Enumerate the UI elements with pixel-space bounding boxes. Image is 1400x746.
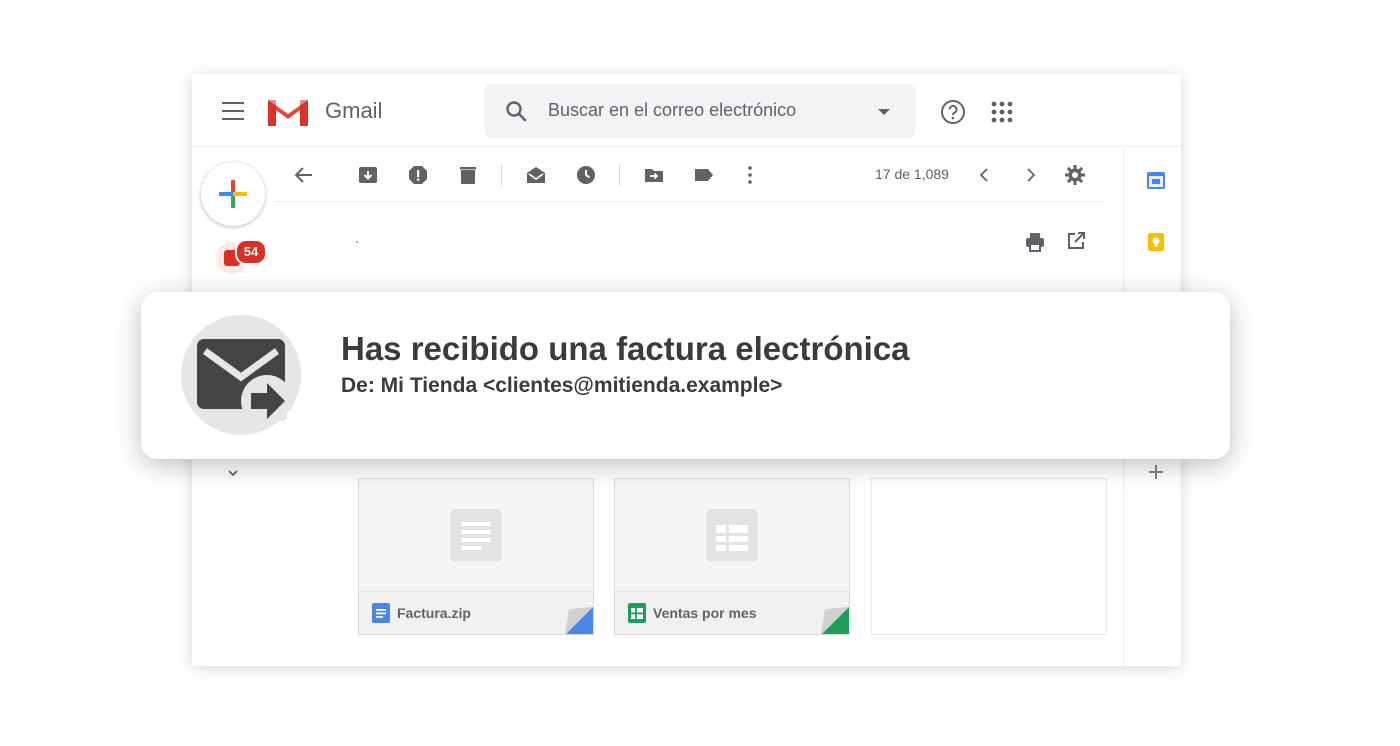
attachment-card[interactable]: Ventas por mes [614, 478, 850, 635]
attachment-preview [615, 479, 849, 591]
attachment-name: Factura.zip [397, 605, 471, 621]
snooze-icon[interactable] [575, 164, 597, 186]
attachment-corner [821, 607, 849, 634]
add-icon[interactable] [1147, 463, 1165, 481]
chevron-down-icon[interactable] [227, 467, 239, 479]
attachment-preview [359, 479, 593, 591]
mark-unread-icon[interactable] [525, 164, 547, 186]
forward-mail-avatar [181, 315, 301, 435]
report-spam-icon[interactable] [407, 164, 429, 186]
prev-icon[interactable] [974, 164, 996, 186]
settings-icon[interactable] [1064, 164, 1086, 186]
calendar-icon[interactable] [1146, 170, 1166, 190]
spreadsheet-icon [706, 509, 758, 561]
apps-icon[interactable] [991, 101, 1013, 123]
document-icon [450, 509, 502, 561]
app-title: Gmail [325, 98, 383, 123]
search-options-icon[interactable] [878, 109, 890, 115]
delete-icon[interactable] [457, 164, 479, 186]
notification-card[interactable]: Has recibido una factura electrónica De:… [141, 292, 1230, 459]
attachment-footer: Factura.zip [359, 591, 593, 634]
compose-icon [219, 180, 247, 208]
back-arrow-icon[interactable] [293, 164, 315, 186]
more-icon[interactable] [739, 164, 761, 186]
toolbar-separator [619, 164, 620, 186]
header-divider [192, 146, 1181, 147]
help-icon[interactable] [940, 99, 966, 125]
subject-placeholder [356, 241, 358, 243]
archive-icon[interactable] [357, 164, 379, 186]
move-to-icon[interactable] [643, 164, 665, 186]
toolbar-divider [275, 201, 1106, 202]
inbox-unread-badge: 54 [235, 239, 267, 265]
attachment-name: Ventas por mes [653, 605, 757, 621]
search-icon[interactable] [504, 99, 528, 123]
attachment-card-blank [871, 478, 1107, 635]
search-bar[interactable]: Buscar en el correo electrónico [484, 84, 916, 138]
notification-title: Has recibido una factura electrónica [341, 330, 910, 367]
next-icon[interactable] [1019, 164, 1041, 186]
keep-icon[interactable] [1146, 232, 1166, 252]
open-new-window-icon[interactable] [1066, 231, 1086, 251]
google-sheets-icon [628, 603, 646, 623]
label-icon[interactable] [693, 164, 715, 186]
attachment-footer: Ventas por mes [615, 591, 849, 634]
compose-button[interactable] [201, 162, 265, 226]
pagination-count: 17 de 1,089 [875, 166, 949, 182]
toolbar-separator [501, 164, 502, 186]
menu-icon[interactable] [222, 102, 244, 120]
forward-mail-icon [197, 339, 287, 421]
google-docs-icon [372, 603, 390, 623]
notification-sender: De: Mi Tienda <clientes@mitienda.example… [341, 374, 783, 397]
search-input[interactable]: Buscar en el correo electrónico [548, 100, 796, 121]
attachment-card[interactable]: Factura.zip [358, 478, 594, 635]
attachment-corner [565, 607, 593, 634]
print-icon[interactable] [1024, 231, 1046, 253]
gmail-logo[interactable] [266, 96, 310, 128]
